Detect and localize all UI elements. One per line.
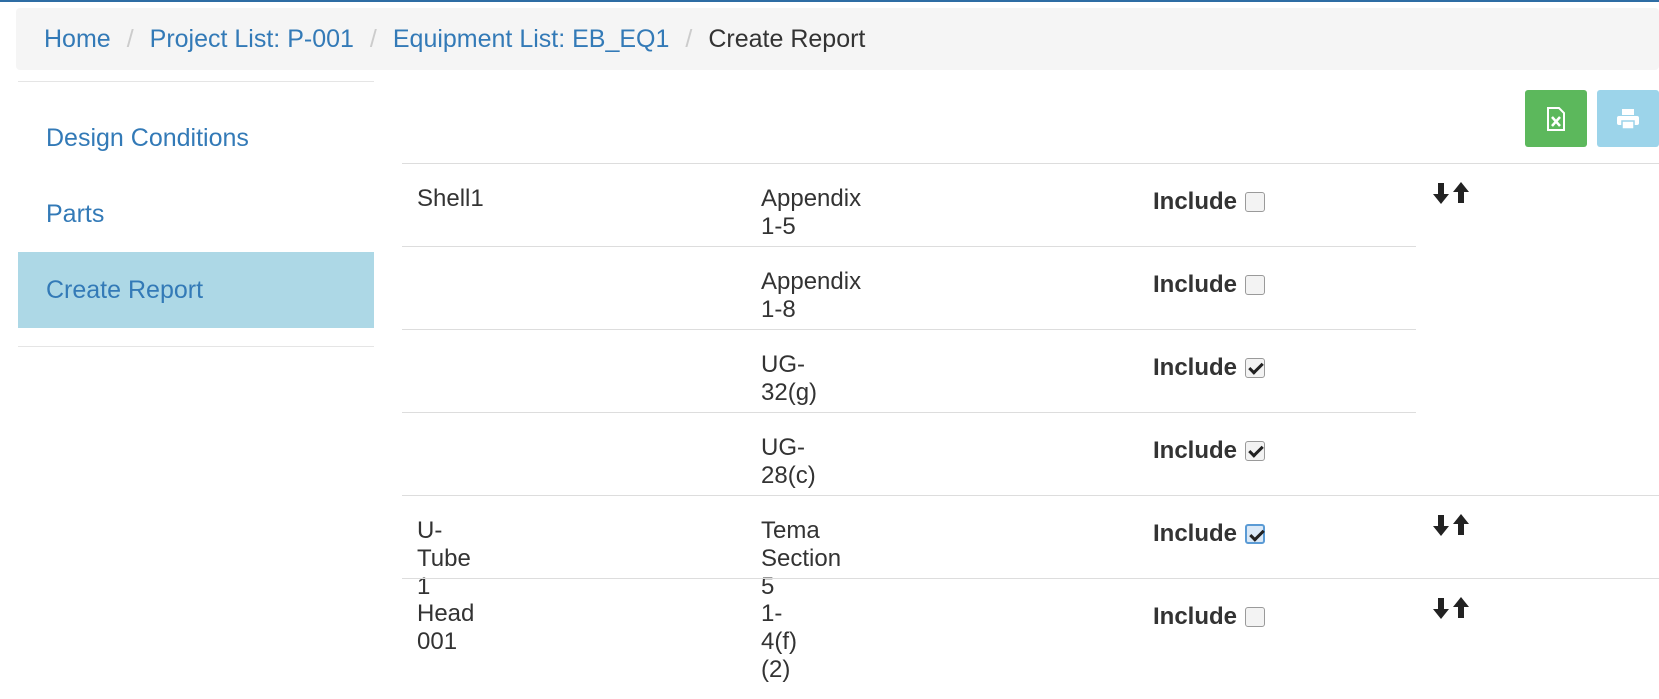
report-toolbar [1525,90,1659,147]
include-text: Include [1153,188,1238,215]
part-name: Head 001 [417,600,475,655]
section-name: Appendix 1-8 [761,268,862,323]
part-name: U-Tube 1 [417,517,471,600]
breadcrumb-separator: / [685,24,693,53]
reorder-controls [1432,596,1470,620]
breadcrumb-separator: / [126,24,134,53]
part-name: Shell1 [417,185,484,212]
arrow-up-icon[interactable] [1452,513,1470,537]
include-checkbox[interactable] [1245,441,1266,461]
breadcrumb-home[interactable]: Home [44,25,111,54]
include-text: Include [1153,437,1238,464]
include-checkbox[interactable] [1245,275,1266,295]
file-excel-icon [1547,106,1565,131]
section-name: Tema Section 5 [761,517,842,600]
arrow-up-icon[interactable] [1452,596,1470,620]
include-text: Include [1153,603,1238,630]
include-label: Include [1153,520,1266,548]
sidebar-list: Design Conditions Parts Create Report [18,82,374,347]
include-label: Include [1153,188,1266,216]
include-checkbox[interactable] [1245,358,1266,378]
include-checkbox[interactable] [1245,192,1266,212]
row-divider [402,329,1416,330]
top-border [0,0,1659,2]
section-name: UG-32(g) [761,351,818,406]
include-label: Include [1153,271,1266,299]
section-name: 1-4(f)(2) [761,600,797,683]
print-icon [1617,108,1639,130]
arrow-up-icon[interactable] [1452,181,1470,205]
include-checkbox[interactable] [1245,524,1266,544]
export-excel-button[interactable] [1525,90,1587,147]
include-label: Include [1153,354,1266,382]
include-text: Include [1153,520,1238,547]
sidebar-item-design-conditions[interactable]: Design Conditions [18,100,374,176]
arrow-down-icon[interactable] [1432,596,1450,620]
include-checkbox[interactable] [1245,607,1266,627]
print-button[interactable] [1597,90,1659,147]
row-divider [402,412,1416,413]
row-divider [402,495,1659,496]
reorder-controls [1432,513,1470,537]
row-divider [402,578,1659,579]
row-divider [402,163,1659,164]
breadcrumb-project-list[interactable]: Project List: P-001 [150,25,354,54]
section-name: UG-28(c) [761,434,816,489]
reorder-controls [1432,181,1470,205]
include-label: Include [1153,603,1266,631]
sidebar-item-create-report[interactable]: Create Report [18,252,374,328]
breadcrumb-equipment-list[interactable]: Equipment List: EB_EQ1 [393,25,670,54]
sidebar: Design Conditions Parts Create Report [18,81,374,347]
breadcrumb-current: Create Report [708,24,866,53]
arrow-down-icon[interactable] [1432,513,1450,537]
include-text: Include [1153,271,1238,298]
arrow-down-icon[interactable] [1432,181,1450,205]
breadcrumb: Home / Project List: P-001 / Equipment L… [16,8,1659,70]
row-divider [402,246,1416,247]
include-label: Include [1153,437,1266,465]
section-name: Appendix 1-5 [761,185,862,240]
sidebar-item-parts[interactable]: Parts [18,176,374,252]
include-text: Include [1153,354,1238,381]
breadcrumb-separator: / [369,24,377,53]
